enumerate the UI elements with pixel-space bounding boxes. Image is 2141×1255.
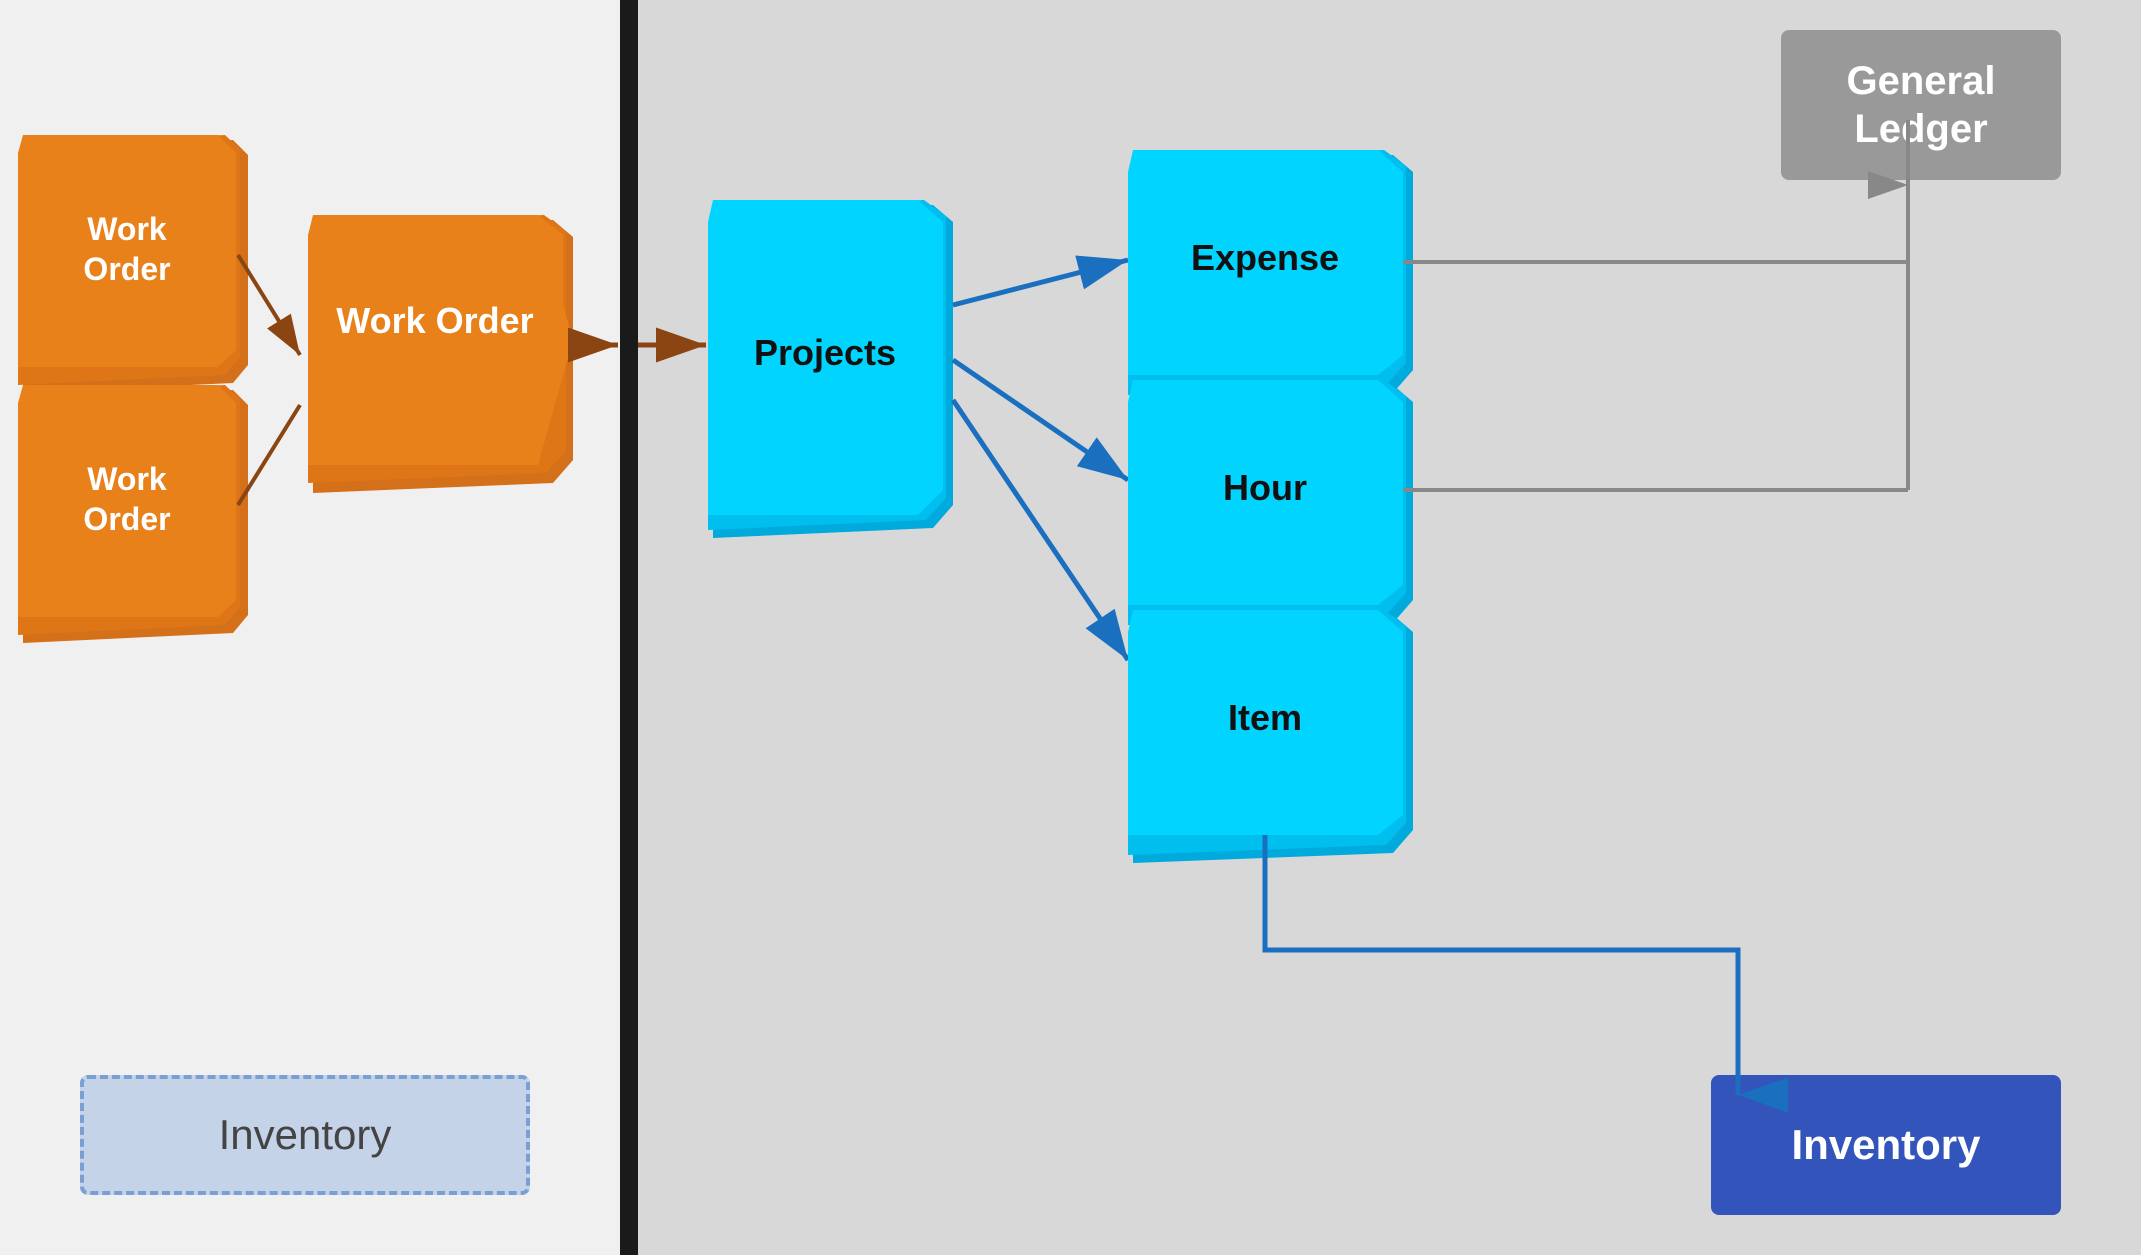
svg-text:Hour: Hour [1223,467,1307,508]
inventory-right-label: Inventory [1791,1121,1980,1169]
svg-text:Order: Order [83,501,170,537]
svg-text:Projects: Projects [754,332,896,373]
general-ledger-box: GeneralLedger [1781,30,2061,180]
panel-divider [620,0,638,1255]
svg-text:Work: Work [87,211,167,247]
svg-text:Work: Work [87,461,167,497]
svg-text:Item: Item [1228,697,1302,738]
svg-text:Order: Order [83,251,170,287]
left-panel: Work Order Work Order [0,0,620,1255]
svg-text:Work Order: Work Order [336,300,533,341]
inventory-left-box: Inventory [80,1075,530,1195]
svg-text:Expense: Expense [1191,237,1339,278]
inventory-right-box: Inventory [1711,1075,2061,1215]
general-ledger-label: GeneralLedger [1847,57,1996,153]
inventory-left-label: Inventory [219,1111,392,1159]
right-panel: GeneralLedger Inventory [638,0,2141,1255]
